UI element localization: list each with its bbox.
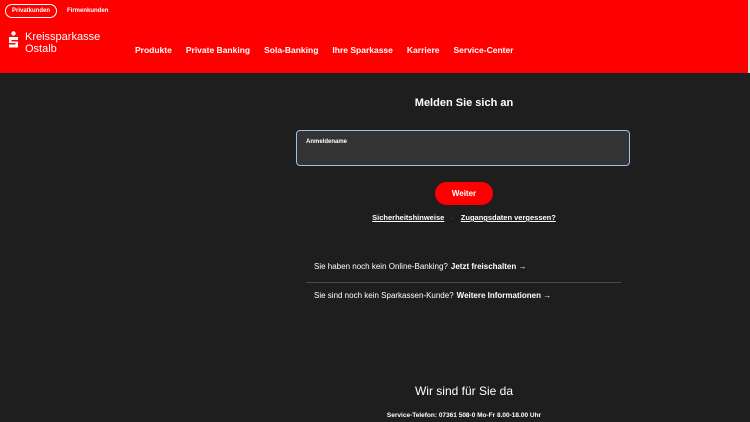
site-header: Privatkunden Firmenkunden Kreissparkasse…	[0, 0, 750, 73]
nav-private-banking[interactable]: Private Banking	[186, 45, 250, 55]
become-customer-row: Sie sind noch kein Sparkassen-Kunde? Weit…	[314, 291, 551, 300]
nav-sola-banking[interactable]: Sola-Banking	[264, 45, 318, 55]
info-divider	[306, 282, 621, 283]
nav-karriere[interactable]: Karriere	[407, 45, 440, 55]
segment-firmenkunden[interactable]: Firmenkunden	[60, 4, 115, 18]
customer-segment-switch: Privatkunden Firmenkunden	[5, 4, 115, 18]
sparkasse-logo-icon	[9, 31, 18, 48]
login-links: Sicherheitshinweise · Zugangsdaten vergess…	[295, 213, 633, 222]
forgot-credentials-link[interactable]: Zugangsdaten vergessen?	[461, 213, 556, 222]
online-banking-activate-row: Sie haben noch kein Online-Banking? Jetzt…	[314, 262, 526, 271]
brand-logo-link[interactable]: Kreissparkasse Ostalb	[8, 31, 100, 55]
continue-button[interactable]: Weiter	[435, 182, 493, 205]
nav-ihre-sparkasse[interactable]: Ihre Sparkasse	[332, 45, 392, 55]
link-separator: ·	[451, 213, 454, 222]
nav-service-center[interactable]: Service-Center	[454, 45, 514, 55]
segment-privatkunden[interactable]: Privatkunden	[5, 4, 58, 18]
activate-now-link[interactable]: Jetzt freischalten →	[451, 262, 527, 271]
nav-produkte[interactable]: Produkte	[135, 45, 172, 55]
main-nav: Produkte Private Banking Sola-Banking Ih…	[135, 45, 528, 55]
customer-question: Sie sind noch kein Sparkassen-Kunde?	[314, 291, 454, 300]
service-phone[interactable]: Service-Telefon: 07361 508-0 Mo-Fr 8.00-…	[295, 412, 633, 419]
more-info-link[interactable]: Weitere Informationen →	[457, 291, 552, 300]
login-title: Melden Sie sich an	[414, 97, 514, 109]
username-label: Anmeldename	[306, 139, 348, 145]
online-banking-question: Sie haben noch kein Online-Banking?	[314, 262, 448, 271]
username-field[interactable]: Anmeldename	[296, 130, 630, 166]
security-notes-link[interactable]: Sicherheitshinweise	[372, 213, 444, 222]
brand-name: Kreissparkasse Ostalb	[25, 31, 101, 55]
contact-heading: Wir sind für Sie da	[414, 384, 514, 398]
